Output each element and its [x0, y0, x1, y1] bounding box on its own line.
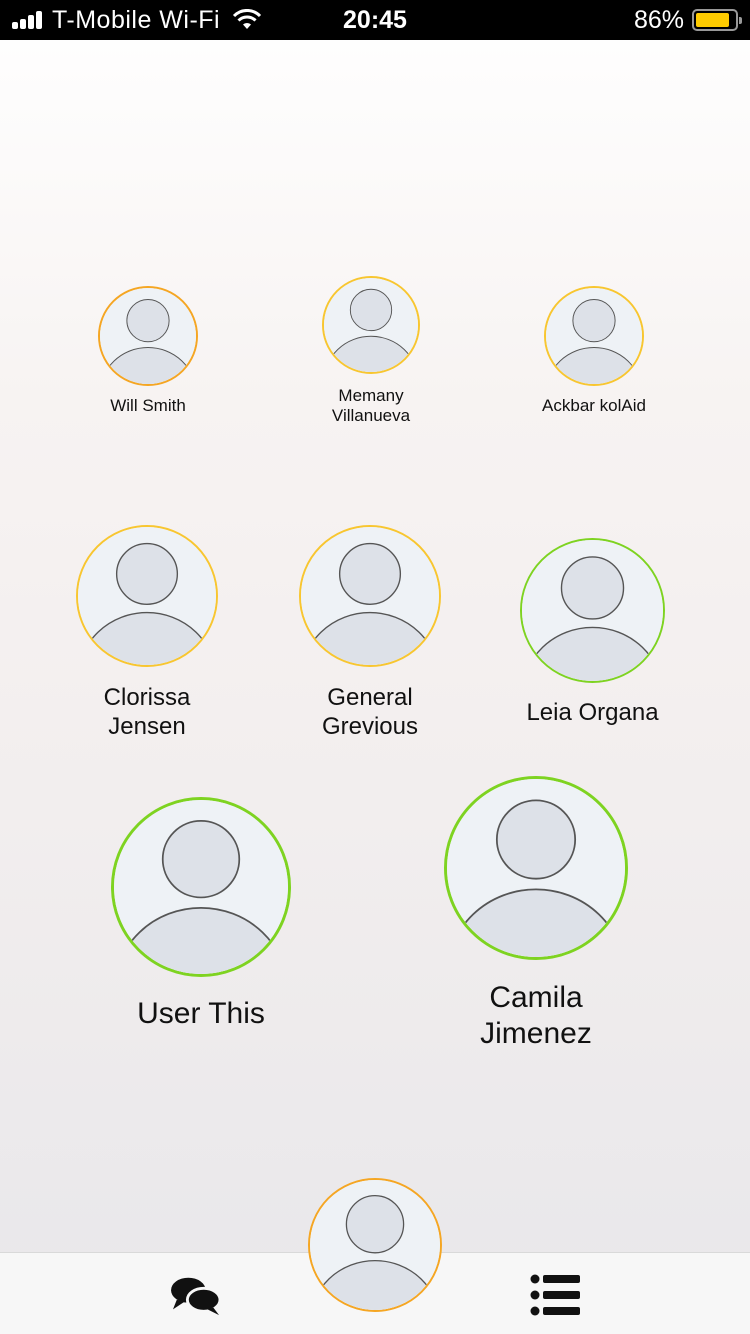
contact-name-line1: Camila [489, 981, 583, 1014]
person-placeholder-icon [310, 1180, 440, 1310]
contact-name-line2: Jensen [108, 712, 186, 740]
person-placeholder-icon [522, 540, 663, 681]
contact-name-line2: Villanueva [331, 406, 411, 426]
contact-avatar[interactable] [544, 286, 644, 386]
contact-name: General Grevious [260, 684, 480, 742]
person-placeholder-icon [301, 527, 439, 665]
contact-name-line1: Ackbar kolAid [542, 396, 646, 415]
contact-name-line1: General [327, 684, 413, 711]
battery-percent: 86% [633, 5, 684, 34]
person-placeholder-icon [447, 779, 625, 957]
contact-name: User This [71, 996, 331, 1032]
profile-avatar-button[interactable] [308, 1178, 442, 1312]
contact-avatar[interactable] [520, 538, 665, 683]
contact-name-line1: Will Smith [110, 396, 186, 415]
chat-bubbles-icon[interactable] [166, 1271, 226, 1319]
person-placeholder-icon [546, 288, 642, 384]
contact-name: Camila Jimenez [406, 980, 666, 1052]
status-right: 86% [633, 0, 742, 40]
contact-avatar[interactable] [76, 525, 218, 667]
contact-name-line1: User This [137, 997, 265, 1030]
contact-name: Leia Organa [483, 699, 703, 728]
contact-name: Memany Villanueva [281, 386, 461, 427]
contact-avatar[interactable] [98, 286, 198, 386]
status-bar: T-Mobile Wi-Fi 20:45 86% [0, 0, 750, 40]
contact-avatar[interactable] [322, 276, 420, 374]
battery-icon [692, 9, 742, 31]
contact-name-line2: Grevious [321, 712, 419, 740]
person-placeholder-icon [100, 288, 196, 384]
list-icon[interactable] [530, 1273, 582, 1317]
contact-name: Clorissa Jensen [37, 684, 257, 742]
battery-fill [696, 13, 729, 27]
contact-name-line1: Clorissa [103, 684, 191, 711]
contact-avatar[interactable] [444, 776, 628, 960]
contact-name-line2: Jimenez [480, 1017, 592, 1050]
contact-avatar[interactable] [299, 525, 441, 667]
contact-name-line1: Leia Organa [526, 699, 659, 726]
person-placeholder-icon [114, 800, 288, 974]
person-placeholder-icon [324, 278, 418, 372]
person-placeholder-icon [78, 527, 216, 665]
contact-name: Will Smith [58, 396, 238, 416]
contact-name: Ackbar kolAid [504, 396, 684, 416]
battery-tip [739, 17, 742, 24]
contact-name-line1: Memany [338, 386, 404, 405]
contact-avatar[interactable] [111, 797, 291, 977]
